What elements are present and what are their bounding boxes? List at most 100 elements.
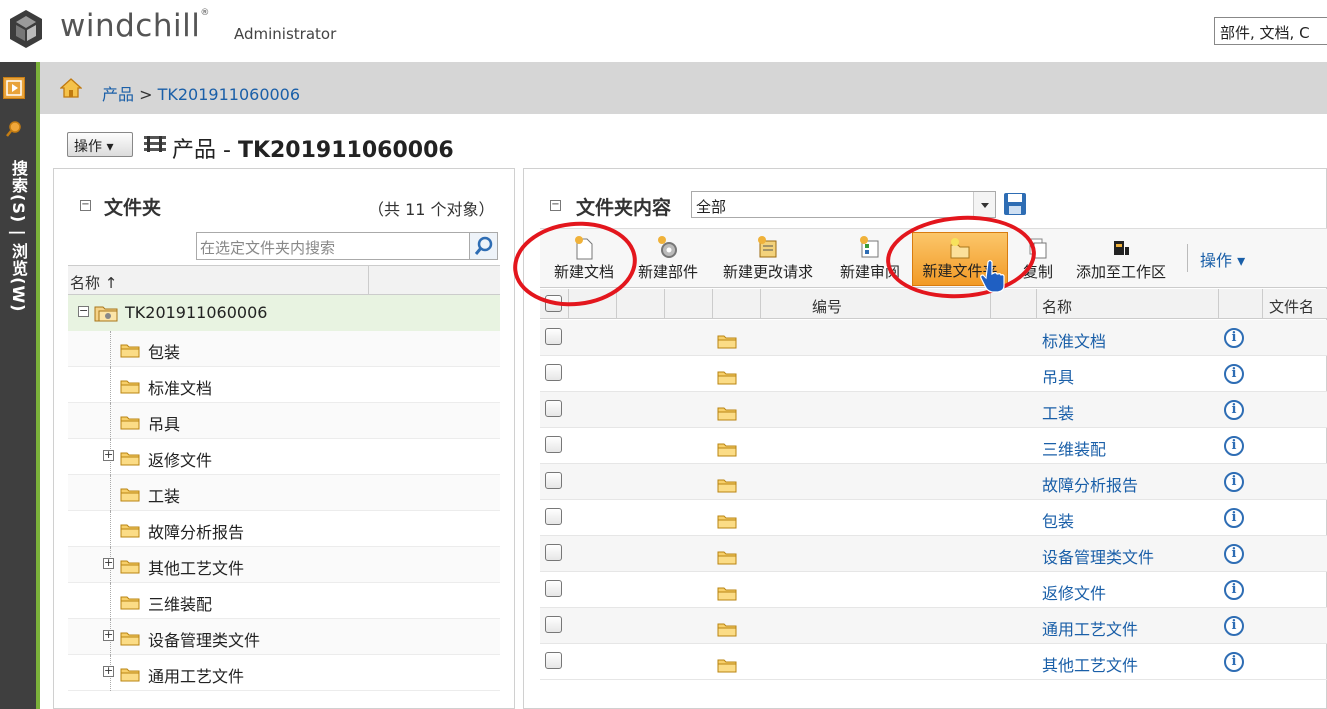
tree-item-label[interactable]: 通用工艺文件 [148,663,244,687]
info-icon[interactable]: i [1224,328,1244,348]
collapse-panel-icon[interactable]: − [550,200,561,211]
breadcrumb-root-link[interactable]: 产品 [102,85,134,104]
tree-item-label[interactable]: 其他工艺文件 [148,555,244,579]
row-name-link[interactable]: 故障分析报告 [1042,472,1138,496]
folder-icon [120,631,140,646]
info-icon[interactable]: i [1224,364,1244,384]
tree-item[interactable]: 工装 [68,475,500,511]
new-change-request-button[interactable]: 新建更改请求 [714,232,822,286]
tree-item-label[interactable]: 返修文件 [148,447,212,471]
chevron-down-icon[interactable] [973,192,995,217]
tree-item[interactable]: + 其他工艺文件 [68,547,500,583]
expand-navigator-icon[interactable] [3,77,25,99]
table-row[interactable]: 标准文档 i [540,320,1327,356]
table-row[interactable]: 故障分析报告 i [540,464,1327,500]
info-icon[interactable]: i [1224,508,1244,528]
row-checkbox[interactable] [545,544,562,561]
row-name-link[interactable]: 设备管理类文件 [1042,544,1154,568]
tree-root-row[interactable]: − TK201911060006 [68,295,500,331]
expand-node-icon[interactable]: + [103,449,114,461]
info-icon[interactable]: i [1224,652,1244,672]
tree-guide-line [110,331,111,367]
number-column-header[interactable]: 编号 [812,296,842,317]
collapse-panel-icon[interactable]: − [80,200,91,211]
info-icon[interactable]: i [1224,544,1244,564]
tree-item[interactable]: 吊具 [68,403,500,439]
folder-icon [717,478,737,493]
tree-item-label[interactable]: 包装 [148,339,180,363]
row-name-link[interactable]: 包装 [1042,508,1074,532]
tree-name-column-label[interactable]: 名称 ↑ [70,272,117,293]
breadcrumb-current-link[interactable]: TK201911060006 [158,85,300,104]
global-search-input[interactable]: 部件, 文档, C [1214,17,1327,45]
table-row[interactable]: 设备管理类文件 i [540,536,1327,572]
table-row[interactable]: 三维装配 i [540,428,1327,464]
row-checkbox[interactable] [545,436,562,453]
tree-search-input[interactable]: 在选定文件夹内搜索 [200,237,335,258]
tree-item[interactable]: + 返修文件 [68,439,500,475]
folder-icon [120,451,140,466]
row-checkbox[interactable] [545,364,562,381]
row-name-link[interactable]: 三维装配 [1042,436,1106,460]
row-name-link[interactable]: 通用工艺文件 [1042,616,1138,640]
row-name-link[interactable]: 标准文档 [1042,328,1106,352]
tree-item[interactable]: + 设备管理类文件 [68,619,500,655]
table-row[interactable]: 吊具 i [540,356,1327,392]
info-icon[interactable]: i [1224,616,1244,636]
tree-item[interactable]: + 通用工艺文件 [68,655,500,691]
file-name-column-header[interactable]: 文件名 [1269,296,1314,317]
magnifier-icon[interactable] [469,233,497,259]
collapse-node-icon[interactable]: − [78,305,89,317]
row-name-link[interactable]: 工装 [1042,400,1074,424]
expand-node-icon[interactable]: + [103,557,114,569]
tree-item-label[interactable]: 吊具 [148,411,180,435]
home-icon[interactable] [60,78,82,98]
row-checkbox[interactable] [545,652,562,669]
save-view-icon[interactable] [1003,192,1027,216]
tree-root-label[interactable]: TK201911060006 [125,303,267,322]
table-row[interactable]: 其他工艺文件 i [540,644,1327,680]
tree-item[interactable]: 三维装配 [68,583,500,619]
new-part-button[interactable]: 新建部件 [632,232,704,286]
name-column-header[interactable]: 名称 [1042,296,1072,317]
tree-item[interactable]: 包装 [68,331,500,367]
row-checkbox[interactable] [545,508,562,525]
row-checkbox[interactable] [545,580,562,597]
tree-item[interactable]: 标准文档 [68,367,500,403]
row-checkbox[interactable] [545,472,562,489]
rail-search-browse-tabs[interactable]: 搜索(S) | 浏览(W) [4,160,30,312]
workspace-icon [1114,241,1129,255]
expand-node-icon[interactable]: + [103,665,114,677]
row-name-link[interactable]: 其他工艺文件 [1042,652,1138,676]
row-name-link[interactable]: 返修文件 [1042,580,1106,604]
info-icon[interactable]: i [1224,472,1244,492]
view-select[interactable]: 全部 [691,191,996,218]
expand-node-icon[interactable]: + [103,629,114,641]
info-icon[interactable]: i [1224,400,1244,420]
row-checkbox[interactable] [545,328,562,345]
page-actions-dropdown[interactable]: 操作 ▾ [67,132,133,157]
info-icon[interactable]: i [1224,436,1244,456]
add-to-workspace-button[interactable]: 添加至工作区 [1068,232,1174,286]
column-divider [712,289,713,319]
tree-item-label[interactable]: 设备管理类文件 [148,627,260,651]
folder-icon [717,442,737,457]
tree-item-label[interactable]: 三维装配 [148,591,212,615]
folder-icon [120,559,140,574]
toolbar-actions-menu[interactable]: 操作 ▾ [1200,247,1245,271]
info-icon[interactable]: i [1224,580,1244,600]
table-row[interactable]: 返修文件 i [540,572,1327,608]
tree-search-field[interactable]: 在选定文件夹内搜索 [196,232,498,260]
toolbar-divider [1187,244,1188,272]
tree-item-label[interactable]: 故障分析报告 [148,519,244,543]
row-checkbox[interactable] [545,400,562,417]
row-name-link[interactable]: 吊具 [1042,364,1074,388]
table-row[interactable]: 通用工艺文件 i [540,608,1327,644]
tree-item-label[interactable]: 标准文档 [148,375,212,399]
tree-item[interactable]: 故障分析报告 [68,511,500,547]
row-checkbox[interactable] [545,616,562,633]
tree-item-label[interactable]: 工装 [148,483,180,507]
search-icon[interactable] [5,120,23,138]
table-row[interactable]: 包装 i [540,500,1327,536]
table-row[interactable]: 工装 i [540,392,1327,428]
